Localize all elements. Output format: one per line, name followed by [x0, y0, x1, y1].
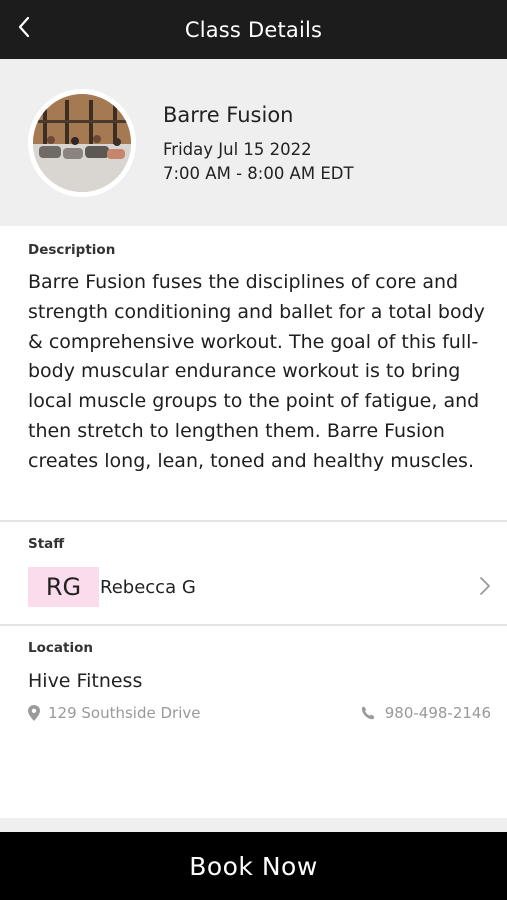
divider [0, 624, 507, 626]
location-address[interactable]: 129 Southside Drive [28, 702, 200, 724]
class-time: 7:00 AM - 8:00 AM EDT [163, 164, 354, 183]
staff-row[interactable]: RG Rebecca G [0, 560, 507, 614]
top-navigation-bar: Class Details [0, 0, 507, 59]
staff-label: Staff [28, 536, 65, 552]
map-pin-icon [28, 705, 40, 721]
footer-spacer [0, 818, 507, 832]
phone-icon [361, 706, 375, 720]
book-now-button[interactable]: Book Now [0, 832, 507, 900]
class-photo [33, 94, 131, 192]
chevron-right-icon [480, 577, 490, 595]
description-label: Description [28, 242, 116, 258]
staff-initials-badge: RG [28, 567, 99, 607]
phone-text: 980-498-2146 [384, 704, 491, 722]
location-label: Location [28, 640, 93, 656]
class-date: Friday Jul 15 2022 [163, 140, 312, 159]
back-button[interactable] [10, 10, 38, 44]
divider [0, 520, 507, 522]
class-avatar [28, 89, 136, 197]
page-title: Class Details [184, 17, 323, 42]
address-text: 129 Southside Drive [48, 704, 201, 722]
description-text: Barre Fusion fuses the disciplines of co… [28, 271, 485, 472]
staff-name: Rebecca G [100, 576, 196, 598]
location-name: Hive Fitness [28, 670, 143, 692]
location-phone[interactable]: 980-498-2146 [361, 702, 491, 724]
chevron-left-icon [18, 16, 30, 38]
class-name: Barre Fusion [163, 103, 294, 127]
class-summary-card: Barre Fusion Friday Jul 15 2022 7:00 AM … [0, 59, 507, 226]
